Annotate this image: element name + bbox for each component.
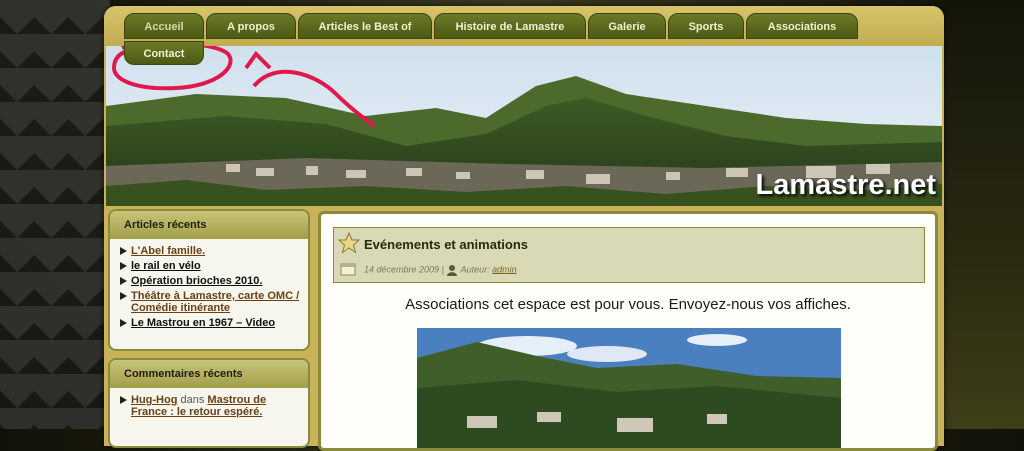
author-label: Auteur: xyxy=(460,264,490,275)
post-header: Evénements et animations 14 décembre 200… xyxy=(333,227,925,283)
post-image xyxy=(417,328,841,448)
post-date: 14 décembre 2009 xyxy=(364,264,440,275)
tab-accueil[interactable]: Accueil xyxy=(124,13,204,39)
author-link[interactable]: admin xyxy=(492,264,517,274)
recent-comments-list: Hug-Hog dans Mastrou de France : le reto… xyxy=(110,388,308,425)
background-right xyxy=(942,0,1024,429)
comment-author-link[interactable]: Hug-Hog xyxy=(131,394,177,406)
main-content: Evénements et animations 14 décembre 200… xyxy=(318,211,938,451)
widget-title: Commentaires récents xyxy=(110,360,308,388)
article-link[interactable]: Le Mastrou en 1967 – Video xyxy=(131,317,275,329)
meta-separator: | xyxy=(441,264,444,275)
comment-in-label: dans xyxy=(180,394,205,406)
widget-title: Articles récents xyxy=(110,211,308,239)
recent-articles-widget: Articles récents L'Abel famille. le rail… xyxy=(108,209,310,351)
list-item: Le Mastrou en 1967 – Video xyxy=(120,317,300,329)
site-frame: Accueil A propos Articles le Best of His… xyxy=(104,6,944,451)
post-photo xyxy=(417,328,841,448)
tab-sports[interactable]: Sports xyxy=(668,13,744,39)
tab-histoire[interactable]: Histoire de Lamastre xyxy=(434,13,586,39)
tab-associations[interactable]: Associations xyxy=(746,13,858,39)
nav-bar: Accueil A propos Articles le Best of His… xyxy=(104,6,944,46)
header-banner: Lamastre.net xyxy=(106,46,942,206)
list-item: L'Abel famille. xyxy=(120,245,300,257)
list-item: Théâtre à Lamastre, carte OMC / Comédie … xyxy=(120,290,300,314)
tab-a-propos[interactable]: A propos xyxy=(206,13,296,39)
list-item: Opération brioches 2010. xyxy=(120,275,300,287)
background-pattern xyxy=(0,0,110,429)
post-title[interactable]: Evénements et animations xyxy=(364,237,528,252)
recent-articles-list: L'Abel famille. le rail en vélo Opératio… xyxy=(110,239,308,336)
author-icon xyxy=(447,265,458,276)
article-link[interactable]: Opération brioches 2010. xyxy=(131,275,262,287)
article-link[interactable]: le rail en vélo xyxy=(131,260,201,272)
site-title: Lamastre.net xyxy=(755,169,936,201)
tab-contact[interactable]: Contact xyxy=(124,41,204,65)
post-meta: 14 décembre 2009 | Auteur: admin xyxy=(364,264,517,276)
star-icon xyxy=(338,232,360,254)
post-body-text: Associations cet espace est pour vous. E… xyxy=(405,296,851,313)
list-item: Hug-Hog dans Mastrou de France : le reto… xyxy=(120,394,300,418)
article-link[interactable]: L'Abel famille. xyxy=(131,245,205,257)
tab-best-of[interactable]: Articles le Best of xyxy=(298,13,432,39)
recent-comments-widget: Commentaires récents Hug-Hog dans Mastro… xyxy=(108,358,310,448)
tab-galerie[interactable]: Galerie xyxy=(588,13,666,39)
article-link[interactable]: Théâtre à Lamastre, carte OMC / Comédie … xyxy=(131,290,299,314)
list-item: le rail en vélo xyxy=(120,260,300,272)
calendar-icon xyxy=(340,263,356,276)
